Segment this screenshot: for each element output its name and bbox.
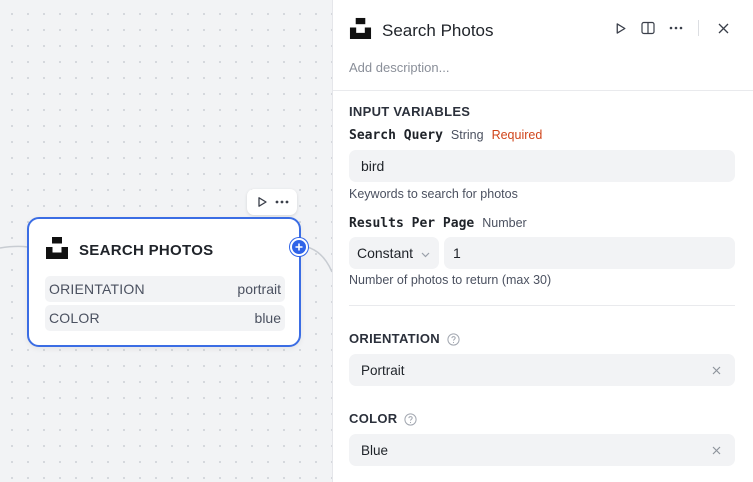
variable-type: Number [482,216,527,230]
variable-type: String [450,128,484,142]
required-badge: Required [491,128,543,142]
search-photos-node[interactable]: SEARCH PHOTOS ORIENTATION portrait COLOR… [27,217,301,347]
search-query-input[interactable]: bird [349,150,735,182]
results-per-page-label: Results Per Page Number [349,216,527,231]
more-icon[interactable] [666,18,686,38]
run-play-icon[interactable] [610,18,630,38]
node-row-orientation: ORIENTATION portrait [45,276,285,302]
unsplash-logo-icon [45,236,69,265]
help-icon[interactable] [404,413,418,426]
node-title: SEARCH PHOTOS [79,242,214,259]
plus-icon [295,243,303,251]
help-icon[interactable] [447,333,460,346]
results-per-page-hint: Number of photos to return (max 30) [349,273,552,287]
color-select[interactable]: Blue [349,434,735,466]
run-node-play-icon[interactable] [253,193,271,211]
input-variables-heading: INPUT VARIABLES [349,104,471,119]
node-row-key: ORIENTATION [49,281,145,297]
search-query-hint: Keywords to search for photos [349,187,518,201]
divider [349,305,735,306]
color-value: Blue [361,442,389,458]
color-heading: COLOR [349,411,418,426]
results-per-page-input[interactable]: 1 [444,237,735,269]
description-input[interactable]: Add description... [349,60,449,75]
node-row-key: COLOR [49,310,100,326]
orientation-heading: ORIENTATION [349,331,460,346]
node-toolbar [247,189,297,215]
add-next-node-button[interactable] [290,238,308,256]
node-settings-panel: Search Photos Add description... INPUT V… [332,0,753,482]
variable-name: Search Query [349,128,443,143]
clear-icon[interactable] [709,443,723,457]
close-icon[interactable] [713,18,733,38]
variable-name: Results Per Page [349,216,475,231]
node-row-value: blue [254,310,281,326]
unsplash-logo-icon [349,17,372,45]
panel-title[interactable]: Search Photos [382,21,494,41]
orientation-value: Portrait [361,362,405,378]
divider [698,20,699,36]
chevron-down-icon [421,245,430,261]
panel-actions [602,18,733,38]
split-view-icon[interactable] [638,18,658,38]
node-row-color: COLOR blue [45,305,285,331]
node-more-icon[interactable] [273,193,291,211]
value-mode-label: Constant [357,245,414,261]
color-label: COLOR [349,411,398,426]
search-query-label: Search Query String Required [349,128,542,143]
clear-icon[interactable] [709,363,723,377]
node-header: SEARCH PHOTOS [45,236,213,265]
divider [333,90,753,91]
value-mode-select[interactable]: Constant [349,237,439,269]
node-row-value: portrait [237,281,281,297]
orientation-select[interactable]: Portrait [349,354,735,386]
orientation-label: ORIENTATION [349,331,440,346]
panel-header: Search Photos [349,17,494,45]
